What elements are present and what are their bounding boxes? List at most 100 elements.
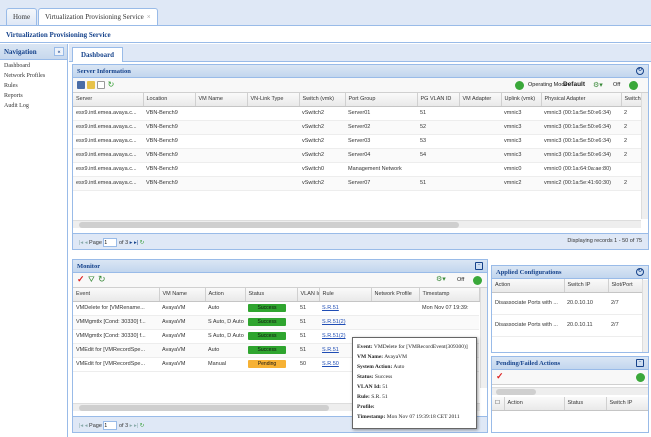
rule-link[interactable]: S.R.51 <box>322 305 339 311</box>
minimize-icon[interactable]: − <box>636 359 644 367</box>
tab-dashboard[interactable]: Dashboard <box>72 47 124 62</box>
monitor-vertical-scrollbar[interactable] <box>480 288 487 388</box>
table-cell: 51 <box>417 106 459 121</box>
nav-item-rules[interactable]: Rules <box>0 80 67 90</box>
column-header[interactable]: Status <box>564 397 607 411</box>
collapse-icon[interactable]: « <box>54 47 64 56</box>
table-row[interactable]: Disassociate Ports with ... 20.0.10.10 2/7 <box>492 292 642 315</box>
table-cell: AvayaVM <box>159 329 205 344</box>
close-icon[interactable]: × <box>147 13 151 21</box>
column-header[interactable]: Physical Adapter <box>541 93 622 107</box>
operating-mode-value[interactable]: Default <box>563 81 585 88</box>
table-row[interactable]: VMMgmtlx [Cond: 30330] f... AvayaVM S Auto… <box>73 315 479 330</box>
folder-icon[interactable] <box>87 81 95 89</box>
page-input[interactable] <box>103 238 118 247</box>
refresh-icon[interactable]: ↻ <box>140 423 145 429</box>
table-cell: 51 <box>297 315 319 330</box>
last-page-icon[interactable]: ▸| <box>134 240 138 246</box>
prev-page-icon[interactable]: ◂ <box>85 423 88 429</box>
tab-virtualization-provisioning-service[interactable]: Virtualization Provisioning Service × <box>38 8 158 25</box>
applied-vertical-scrollbar[interactable] <box>642 280 648 352</box>
refresh-panel-icon[interactable]: ↻ <box>636 67 644 75</box>
server-information-panel: Server Information ↻ ↻ Operating Mode: D… <box>72 64 649 250</box>
table-row[interactable]: VMDelete for [VMRename... AvayaVM Auto Succ… <box>73 301 479 316</box>
toggle-green-icon[interactable] <box>629 81 638 90</box>
column-header[interactable]: Slot/Port <box>608 279 643 293</box>
column-header[interactable]: VM Adapter <box>459 93 502 107</box>
next-page-icon[interactable]: ▸ <box>130 240 133 246</box>
select-all-checkbox[interactable]: ☐ <box>492 397 505 411</box>
nav-item-audit-log[interactable]: Audit Log <box>0 100 67 110</box>
column-header[interactable]: VM Name <box>159 288 206 302</box>
column-header[interactable]: PG VLAN ID <box>417 93 460 107</box>
pending-horizontal-scrollbar[interactable] <box>492 387 648 395</box>
column-header[interactable]: Switch IP <box>564 279 609 293</box>
table-row[interactable]: esx9.intl.emea.avaya.c... VBN-Bench9 vSwit… <box>73 106 641 121</box>
rule-link[interactable]: S.R.50 <box>322 361 339 367</box>
first-page-icon[interactable]: |◂ <box>79 423 83 429</box>
monitor-title: Monitor <box>77 263 101 270</box>
column-header[interactable]: Network Profile <box>371 288 420 302</box>
table-row[interactable]: esx9.intl.emea.avaya.c... VBN-Bench9 vSwit… <box>73 162 641 177</box>
column-header[interactable]: VLAN Id <box>297 288 320 302</box>
checkmark-icon[interactable]: ✓ <box>496 371 504 382</box>
checkmark-icon[interactable]: ✓ <box>77 274 85 285</box>
rule-link[interactable]: S.R.51 <box>322 347 339 353</box>
settings-dropdown-icon[interactable]: ⚙▾ <box>436 275 446 283</box>
status-green-icon <box>515 81 524 90</box>
column-header[interactable]: Status <box>245 288 298 302</box>
table-cell: Auto <box>205 301 245 316</box>
first-page-icon[interactable]: |◂ <box>79 240 83 246</box>
refresh-icon[interactable]: ↻ <box>140 240 145 246</box>
column-header[interactable]: VM Name <box>195 93 248 107</box>
scrollbar-thumb[interactable] <box>79 405 329 411</box>
nav-item-network-profiles[interactable]: Network Profiles <box>0 70 67 80</box>
column-header[interactable]: Server <box>73 93 144 107</box>
refresh-panel-icon[interactable]: ↻ <box>636 268 644 276</box>
table-row[interactable]: esx9.intl.emea.avaya.c... VBN-Bench9 vSwit… <box>73 134 641 149</box>
column-header[interactable]: Event <box>73 288 160 302</box>
minimize-icon[interactable]: − <box>475 262 483 270</box>
toggle-green-icon[interactable] <box>473 276 482 285</box>
column-header[interactable]: Location <box>143 93 196 107</box>
settings-dropdown-icon[interactable]: ⚙▾ <box>593 81 603 89</box>
last-page-icon[interactable]: ▸| <box>134 423 138 429</box>
column-header[interactable]: Switch IP <box>606 397 648 411</box>
table-cell: 2 <box>621 106 641 121</box>
nav-item-reports[interactable]: Reports <box>0 90 67 100</box>
column-header[interactable]: Action <box>492 279 565 293</box>
nav-item-dashboard[interactable]: Dashboard <box>0 60 67 70</box>
rule-link[interactable]: S.R.51(2) <box>322 319 346 325</box>
refresh-icon[interactable]: ↻ <box>98 274 106 285</box>
table-row[interactable]: esx9.intl.emea.avaya.c... VBN-Bench9 vSwit… <box>73 120 641 135</box>
column-header[interactable]: Switch <box>621 93 642 107</box>
column-header[interactable]: Action <box>504 397 565 411</box>
scrollbar-thumb[interactable] <box>496 389 536 395</box>
table-row[interactable]: esx9.intl.emea.avaya.c... VBN-Bench9 vSwit… <box>73 176 641 191</box>
tab-home[interactable]: Home <box>6 8 38 25</box>
prev-page-icon[interactable]: ◂ <box>85 240 88 246</box>
scrollbar-thumb[interactable] <box>79 222 459 228</box>
column-header[interactable]: Action <box>205 288 246 302</box>
document-icon[interactable] <box>97 81 105 89</box>
refresh-icon[interactable]: ↻ <box>107 81 115 89</box>
table-row[interactable]: Disassociate Ports with ... 20.0.10.11 2/7 <box>492 314 642 337</box>
column-header[interactable]: Port Group <box>345 93 418 107</box>
rule-link[interactable]: S.R.51(2) <box>322 333 346 339</box>
server-icon[interactable] <box>77 81 85 89</box>
column-header[interactable]: Timestamp <box>419 288 480 302</box>
column-header[interactable]: VN-Link Type <box>247 93 300 107</box>
next-page-icon[interactable]: ▸ <box>130 423 133 429</box>
monitor-toolbar: ✓ ⛛ ↻ ⚙▾ Off <box>73 273 487 288</box>
filter-icon[interactable]: ⛛ <box>88 275 95 285</box>
column-header[interactable]: Rule <box>319 288 372 302</box>
column-header[interactable]: Uplink (vmk) <box>501 93 542 107</box>
server-vertical-scrollbar[interactable] <box>641 93 648 219</box>
table-cell <box>459 162 501 177</box>
table-row[interactable]: esx9.intl.emea.avaya.c... VBN-Bench9 vSwit… <box>73 148 641 163</box>
page-input[interactable] <box>103 421 118 430</box>
tooltip-value: S.R. 51 <box>371 394 388 400</box>
server-horizontal-scrollbar[interactable] <box>73 220 641 228</box>
column-header[interactable]: Switch (vmk) <box>299 93 346 107</box>
tooltip-value: AvayaVM <box>384 354 408 360</box>
